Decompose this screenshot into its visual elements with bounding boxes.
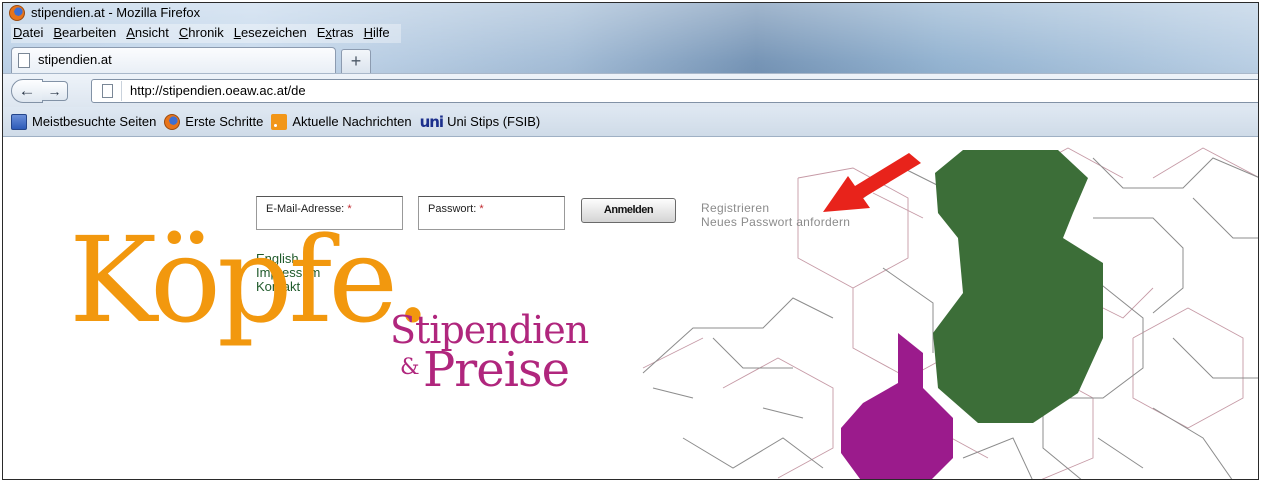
menu-chronik[interactable]: Chronik xyxy=(174,24,229,43)
menu-lesezeichen[interactable]: Lesezeichen xyxy=(229,24,312,43)
tab-label: stipendien.at xyxy=(38,52,112,67)
menu-bearbeiten[interactable]: Bearbeiten xyxy=(48,24,121,43)
page-icon xyxy=(18,53,30,68)
bookmark-uni-stips[interactable]: uni Uni Stips (FSIB) xyxy=(420,113,541,131)
menu-hilfe[interactable]: Hilfe xyxy=(359,24,395,43)
page-icon xyxy=(102,84,113,98)
rss-icon xyxy=(271,113,288,130)
login-button[interactable]: Anmelden xyxy=(581,198,676,223)
password-field[interactable]: Passwort: * xyxy=(418,196,565,230)
forward-arrow-icon: → xyxy=(47,83,62,99)
firefox-icon xyxy=(164,113,181,130)
back-forward-group: ← → xyxy=(11,79,83,103)
site-logo-ampersand: & xyxy=(400,355,420,380)
forward-button[interactable]: → xyxy=(42,81,68,101)
required-marker: * xyxy=(479,203,484,215)
bookmark-latest-news[interactable]: Aktuelle Nachrichten xyxy=(271,113,412,130)
menu-datei[interactable]: Datei xyxy=(11,24,48,43)
bookmark-getting-started[interactable]: Erste Schritte xyxy=(164,113,263,130)
uni-icon: uni xyxy=(419,112,444,131)
bookmarks-toolbar: Meistbesuchte Seiten Erste Schritte Aktu… xyxy=(3,107,1258,137)
back-button[interactable]: ← xyxy=(11,79,43,103)
new-password-link[interactable]: Neues Passwort anfordern xyxy=(701,215,850,229)
tab-stipendien[interactable]: stipendien.at xyxy=(11,47,336,73)
menu-bar: Datei Bearbeiten Ansicht Chronik Lesezei… xyxy=(11,24,401,43)
bookmark-most-visited[interactable]: Meistbesuchte Seiten xyxy=(11,113,156,130)
site-identity-button[interactable] xyxy=(94,81,122,101)
menu-extras[interactable]: Extras xyxy=(312,24,359,43)
browser-window: stipendien.at - Mozilla Firefox Datei Be… xyxy=(2,2,1259,480)
site-logo-koepfe: Köpfe. xyxy=(69,211,432,349)
window-title: stipendien.at - Mozilla Firefox xyxy=(31,5,201,20)
new-tab-button[interactable]: + xyxy=(341,49,371,73)
tab-strip: stipendien.at + xyxy=(3,45,1258,73)
navigation-bar: ← → http://stipendien.oeaw.ac.at/de xyxy=(3,73,1258,107)
register-link[interactable]: Registrieren xyxy=(701,201,769,215)
title-bar: stipendien.at - Mozilla Firefox xyxy=(3,3,1258,23)
menu-ansicht[interactable]: Ansicht xyxy=(121,24,174,43)
firefox-icon xyxy=(9,5,25,21)
back-arrow-icon: ← xyxy=(18,81,36,100)
url-bar[interactable]: http://stipendien.oeaw.ac.at/de xyxy=(91,79,1258,103)
most-visited-icon xyxy=(11,113,27,130)
site-logo-preise: Preise xyxy=(423,342,570,398)
url-text[interactable]: http://stipendien.oeaw.ac.at/de xyxy=(130,83,306,98)
